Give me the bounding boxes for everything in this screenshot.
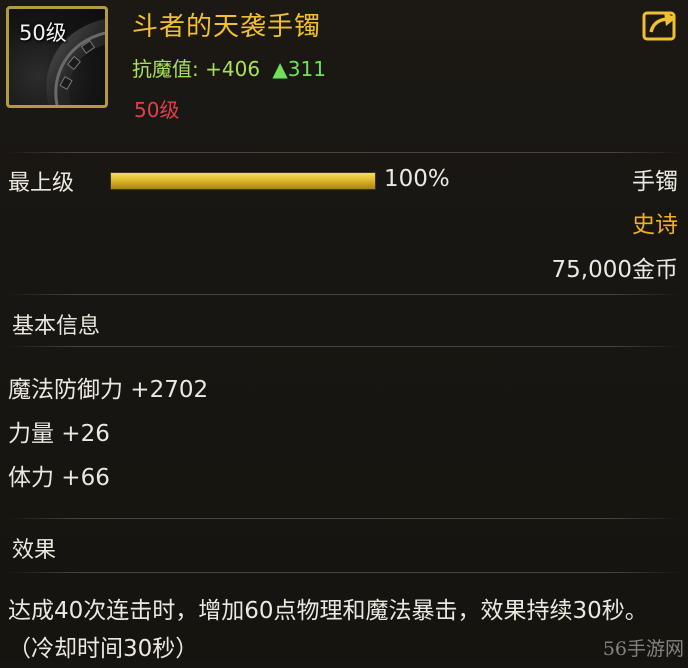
divider bbox=[6, 518, 682, 519]
watermark: 56手游网 bbox=[602, 638, 684, 660]
upgrade-label: 最上级 bbox=[8, 171, 75, 196]
required-level: 50级 bbox=[134, 98, 180, 122]
divider bbox=[6, 294, 682, 295]
attribute-line: 魔法防御力 +2702 bbox=[8, 377, 209, 403]
stat-value: +406 bbox=[205, 57, 261, 81]
stat-delta: ▲311 bbox=[272, 57, 326, 81]
item-icon-frame[interactable]: 50级 bbox=[6, 6, 108, 108]
effect-description: 达成40次连击时，增加60点物理和魔法暴击，效果持续30秒。（冷却时间30秒） bbox=[8, 598, 648, 662]
divider bbox=[6, 572, 682, 573]
item-tooltip-panel: 50级 斗者的天袭手镯 抗魔值: +406 ▲311 50级 最上级 100% … bbox=[0, 0, 688, 662]
magic-resist-stat: 抗魔值: +406 ▲311 bbox=[132, 53, 326, 82]
effect-title: 效果 bbox=[12, 538, 57, 563]
share-arrow-icon bbox=[642, 11, 676, 41]
basic-info-title: 基本信息 bbox=[12, 314, 101, 339]
upgrade-progress-bar bbox=[110, 172, 376, 190]
divider bbox=[6, 346, 682, 347]
upgrade-progress-fill bbox=[111, 173, 375, 189]
item-price: 75,000金币 bbox=[551, 257, 678, 283]
attribute-line: 力量 +26 bbox=[8, 421, 110, 447]
item-type: 手镯 bbox=[632, 169, 678, 195]
share-button[interactable] bbox=[642, 8, 680, 42]
item-level-tag: 50级 bbox=[19, 21, 67, 45]
divider bbox=[6, 152, 682, 153]
upgrade-progress-text: 100% bbox=[384, 166, 450, 192]
attribute-line: 体力 +66 bbox=[8, 465, 110, 491]
stat-label: 抗魔值: bbox=[132, 57, 199, 81]
item-name: 斗者的天袭手镯 bbox=[132, 12, 322, 42]
item-rarity: 史诗 bbox=[632, 212, 678, 238]
